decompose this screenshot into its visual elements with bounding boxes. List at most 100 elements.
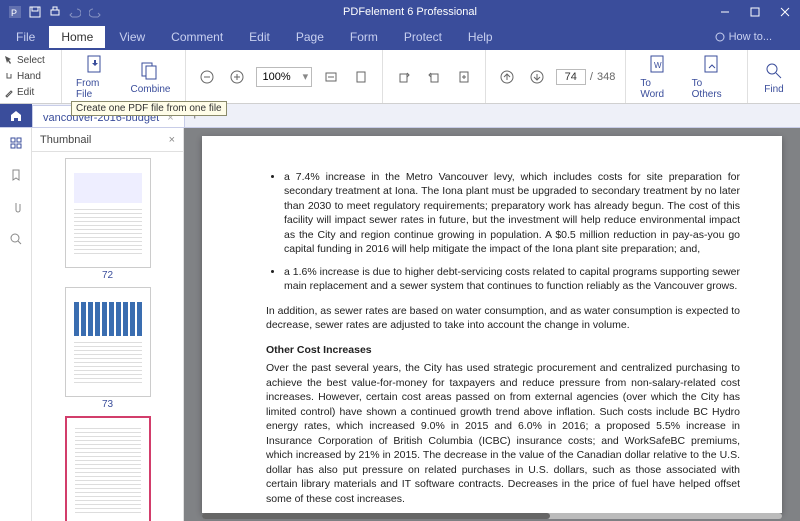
thumbnail-page-74[interactable] [65, 416, 151, 521]
to-others-label: To Others [692, 78, 733, 100]
menu-form[interactable]: Form [338, 26, 390, 48]
ribbon-zoom-group: 100%▾ [186, 50, 383, 103]
to-word-icon: W [646, 53, 670, 77]
rotate-left-button[interactable] [393, 66, 415, 88]
edit-label: Edit [17, 87, 34, 98]
fit-width-button[interactable] [320, 66, 342, 88]
minimize-button[interactable] [710, 0, 740, 24]
to-others-icon [700, 53, 724, 77]
title-bar: P PDFelement 6 Professional [0, 0, 800, 24]
fit-page-button[interactable] [350, 66, 372, 88]
thumbnail-title: Thumbnail [40, 134, 91, 146]
find-icon [762, 59, 786, 83]
thumbnail-panel: Thumbnail × 72 73 74 [32, 128, 184, 521]
thumbnail-page-72[interactable] [65, 158, 151, 268]
doc-paragraph: Over the past several years, the City ha… [266, 361, 740, 506]
thumbnail-page-73[interactable] [65, 287, 151, 397]
ribbon-nav-group: 74 / 348 [486, 50, 627, 103]
thumbnail-item: 73 [65, 287, 151, 410]
next-page-button[interactable] [526, 66, 548, 88]
zoom-value: 100% [257, 71, 297, 83]
workspace: Thumbnail × 72 73 74 a 7.4% increase in … [0, 128, 800, 521]
window-controls [710, 0, 800, 24]
document-area[interactable]: a 7.4% increase in the Metro Vancouver l… [184, 128, 800, 521]
find-button[interactable]: Find [758, 59, 790, 95]
prev-page-button[interactable] [496, 66, 518, 88]
rotate-right-button[interactable] [423, 66, 445, 88]
current-page-input[interactable]: 74 [556, 69, 586, 85]
combine-icon [138, 59, 162, 83]
page-sep: / [590, 71, 593, 83]
close-button[interactable] [770, 0, 800, 24]
doc-subheading: Other Cost Increases [266, 343, 740, 357]
undo-icon[interactable] [68, 5, 82, 19]
total-pages: 348 [597, 71, 615, 83]
thumbnail-item: 72 [65, 158, 151, 281]
thumbnail-header: Thumbnail × [32, 128, 183, 152]
from-file-button[interactable]: From File [72, 53, 118, 100]
attachments-icon[interactable] [7, 198, 25, 216]
menu-help[interactable]: Help [456, 26, 505, 48]
thumbnail-label: 73 [102, 399, 113, 410]
tab-home-button[interactable] [0, 104, 32, 127]
lightbulb-icon [715, 32, 725, 42]
bookmarks-icon[interactable] [7, 166, 25, 184]
svg-text:W: W [654, 61, 662, 70]
thumbnail-label: 72 [102, 270, 113, 281]
insert-page-button[interactable] [453, 66, 475, 88]
from-file-icon [83, 53, 107, 77]
save-icon[interactable] [28, 5, 42, 19]
combine-button[interactable]: Combine [126, 59, 174, 95]
menu-view[interactable]: View [107, 26, 157, 48]
svg-text:P: P [11, 8, 17, 18]
hand-tool[interactable]: Hand [4, 71, 57, 82]
to-word-label: To Word [640, 78, 675, 100]
ribbon-find-group: Find [748, 50, 800, 103]
app-logo-icon: P [8, 5, 22, 19]
menu-page[interactable]: Page [284, 26, 336, 48]
redo-icon[interactable] [88, 5, 102, 19]
side-toolbar [0, 128, 32, 521]
app-title: PDFelement 6 Professional [110, 6, 710, 18]
zoom-out-button[interactable] [196, 66, 218, 88]
thumbnails-icon[interactable] [7, 134, 25, 152]
combine-label: Combine [130, 84, 170, 95]
menu-file[interactable]: File [4, 26, 47, 48]
select-tool[interactable]: Select [4, 55, 57, 66]
doc-bullet: a 7.4% increase in the Metro Vancouver l… [284, 170, 740, 257]
to-others-button[interactable]: To Others [688, 53, 737, 100]
titlebar-left-icons: P [0, 5, 110, 19]
thumbnail-list: 72 73 74 [32, 152, 183, 521]
menu-comment[interactable]: Comment [159, 26, 235, 48]
horizontal-scrollbar[interactable] [202, 513, 782, 519]
menu-edit[interactable]: Edit [237, 26, 282, 48]
print-icon[interactable] [48, 5, 62, 19]
doc-paragraph: In addition, as sewer rates are based on… [266, 304, 740, 333]
ribbon-create-group: From File Combine [62, 50, 185, 103]
ribbon-convert-group: W To Word To Others [626, 50, 748, 103]
thumbnail-close-icon[interactable]: × [169, 134, 175, 146]
from-file-tooltip: Create one PDF file from one file [71, 101, 227, 116]
document-page: a 7.4% increase in the Metro Vancouver l… [202, 136, 782, 513]
maximize-button[interactable] [740, 0, 770, 24]
thumbnail-item: 74 [65, 416, 151, 521]
ribbon-tools-group: Select Hand Edit [0, 50, 62, 103]
search-icon[interactable] [7, 230, 25, 248]
ribbon-page-ops-group [383, 50, 486, 103]
zoom-select[interactable]: 100%▾ [256, 67, 312, 87]
doc-bullet: a 1.6% increase is due to higher debt-se… [284, 265, 740, 294]
menu-bar: File Home View Comment Edit Page Form Pr… [0, 24, 800, 50]
zoom-in-button[interactable] [226, 66, 248, 88]
howto-link[interactable]: How to... [715, 31, 796, 43]
hand-label: Hand [17, 71, 41, 82]
howto-label: How to... [729, 31, 772, 43]
select-label: Select [17, 55, 45, 66]
menu-protect[interactable]: Protect [392, 26, 454, 48]
chevron-down-icon: ▾ [297, 70, 311, 83]
to-word-button[interactable]: W To Word [636, 53, 679, 100]
ribbon: Select Hand Edit From File Combine 100%▾… [0, 50, 800, 104]
menu-home[interactable]: Home [49, 26, 105, 48]
from-file-label: From File [76, 78, 114, 100]
edit-tool[interactable]: Edit [4, 87, 57, 98]
page-indicator: 74 / 348 [556, 69, 616, 85]
